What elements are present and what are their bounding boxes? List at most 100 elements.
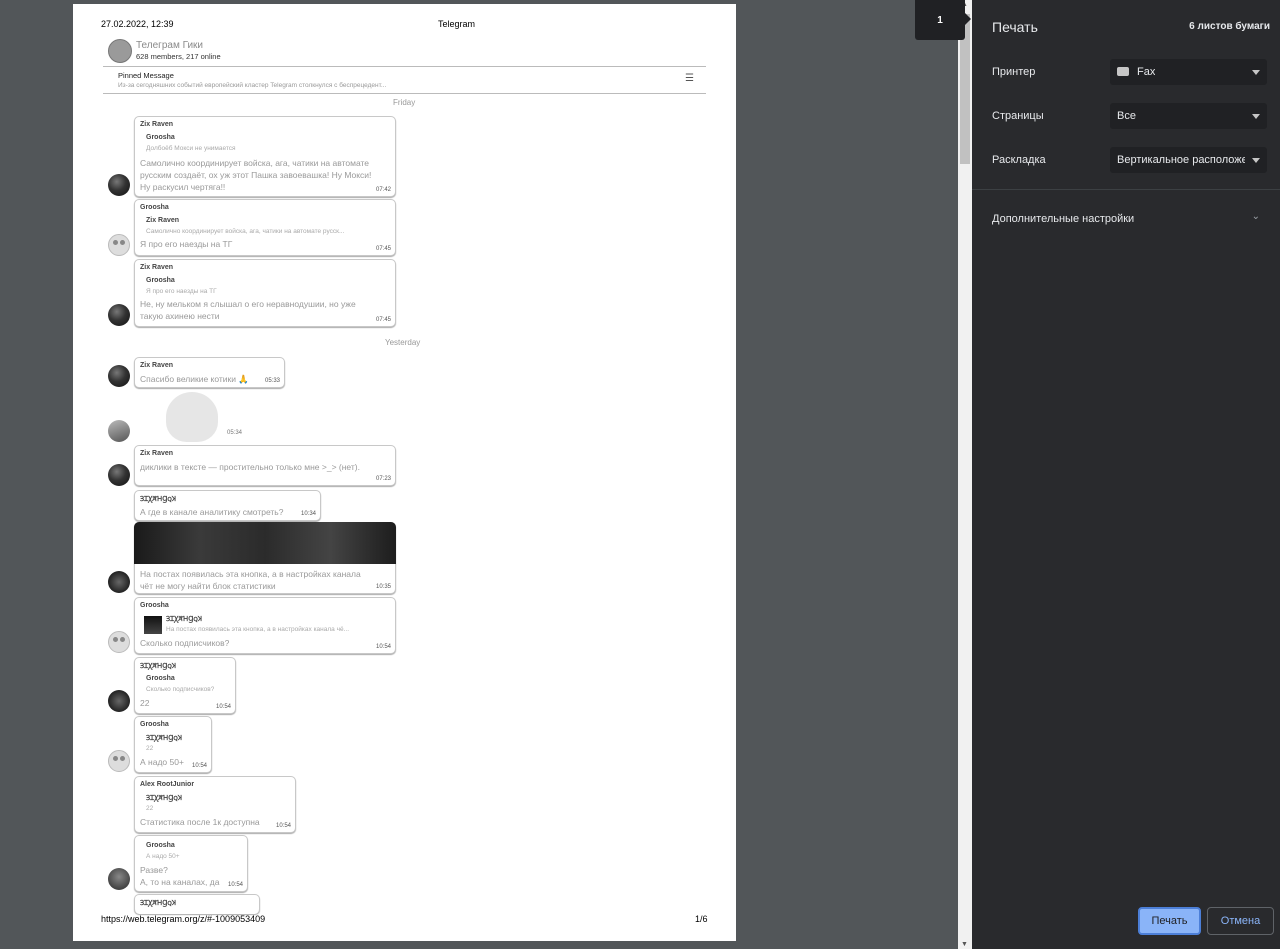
sticker-image — [166, 392, 218, 442]
message-text: На постах появилась эта кнопка, а в наст… — [140, 569, 361, 579]
avatar — [108, 234, 130, 256]
message-bubble: Zix Raven диклики в тексте — простительн… — [134, 445, 396, 486]
scroll-down-icon[interactable]: ▼ — [961, 941, 968, 948]
message-bubble: Groosha А надо 50+ Разве? А, то на канал… — [134, 835, 248, 892]
avatar — [108, 174, 130, 196]
message-text: Самолично координирует войска, ага, чати… — [140, 158, 370, 168]
reply-author: Groosha — [146, 842, 175, 849]
printer-label: Принтер — [992, 66, 1036, 78]
message-text: Не, ну мельком я слышал о его неравнодуш… — [140, 299, 356, 309]
chevron-down-icon[interactable]: ⌄ — [1252, 211, 1260, 222]
page-number-badge: 1 — [915, 0, 965, 40]
print-button[interactable]: Печать — [1138, 907, 1201, 935]
print-settings-panel: Печать 6 листов бумаги Принтер Fax Стран… — [972, 0, 1280, 949]
message-time: 10:54 — [191, 763, 207, 769]
channel-members: 628 members, 217 online — [136, 52, 221, 61]
avatar — [108, 304, 130, 326]
reply-text: 22 — [146, 745, 154, 752]
chevron-down-icon — [1252, 114, 1260, 119]
message-bubble: Groosha ꞫꞮꞳꞺꞪꞬꞯꞰ На постах появилась эта… — [134, 597, 396, 654]
channel-avatar — [108, 39, 132, 63]
message-author: ꞫꞮꞳꞺꞪꞬꞯꞰ — [140, 496, 177, 503]
message-text: Спасибо великие котики 🙏 — [140, 374, 249, 384]
reply-author: ꞫꞮꞳꞺꞪꞬꞯꞰ — [146, 735, 183, 742]
printer-value: Fax — [1137, 66, 1156, 78]
message-author: Zix Raven — [140, 450, 174, 457]
message-time: 10:34 — [300, 511, 316, 517]
reply-text: Самолично координирует войска, ага, чати… — [146, 228, 345, 235]
reply-author: ꞫꞮꞳꞺꞪꞬꞯꞰ — [146, 795, 183, 802]
message-bubble: Groosha Zix Raven Самолично координирует… — [134, 199, 396, 256]
avatar — [108, 420, 130, 442]
print-preview-area: 27.02.2022, 12:39 Telegram Телеграм Гики… — [0, 0, 958, 949]
message-bubble: Alex RootJunior ꞫꞮꞳꞺꞪꞬꞯꞰ 22 Статистика п… — [134, 776, 296, 833]
message-text: Я про его наезды на ТГ — [140, 239, 233, 249]
message-time: 10:35 — [375, 584, 391, 590]
message-author: Alex RootJunior — [140, 781, 195, 788]
avatar — [108, 750, 130, 772]
message-author: Zix Raven — [140, 264, 174, 271]
message-time: 07:45 — [375, 246, 391, 252]
message-text: А где в канале аналитику смотреть? — [140, 507, 284, 517]
divider — [972, 189, 1280, 190]
preview-scrollbar[interactable]: ▲ ▼ — [958, 0, 972, 949]
message-text: Сколько подписчиков? — [140, 638, 230, 648]
message-author: Groosha — [140, 204, 169, 211]
avatar — [108, 868, 130, 890]
message-bubble: Zix Raven Groosha Долбоёб Мокси не унима… — [134, 116, 396, 197]
pages-value: Все — [1117, 110, 1136, 122]
more-settings-toggle[interactable]: Дополнительные настройки — [992, 213, 1134, 225]
message-author: Groosha — [140, 602, 169, 609]
message-text: такую ахинею нести — [140, 311, 220, 321]
reply-author: Zix Raven — [146, 217, 180, 224]
chevron-down-icon — [1252, 158, 1260, 163]
layout-select[interactable]: Вертикальное расположение — [1110, 147, 1267, 173]
page-header-title: Telegram — [438, 19, 476, 29]
page-footer-url: https://web.telegram.org/z/#-1009053409 — [101, 914, 266, 924]
reply-text: 22 — [146, 805, 154, 812]
avatar — [108, 365, 130, 387]
reply-thumbnail — [144, 616, 162, 634]
pinned-title: Pinned Message — [118, 71, 174, 80]
message-author: Groosha — [140, 721, 169, 728]
message-text: Разве? — [140, 865, 168, 875]
message-bubble: ꞫꞮꞳꞺꞪꞬꞯꞰ — [134, 894, 260, 914]
cancel-button[interactable]: Отмена — [1207, 907, 1274, 935]
sheet-count: 6 листов бумаги — [1189, 21, 1270, 32]
reply-text: На постах появилась эта кнопка, а в наст… — [166, 626, 350, 633]
message-time: 10:54 — [375, 644, 391, 650]
message-time: 07:45 — [375, 317, 391, 323]
pages-label: Страницы — [992, 110, 1044, 122]
avatar — [108, 631, 130, 653]
avatar — [108, 571, 130, 593]
message-text: 22 — [140, 698, 150, 708]
reply-text: Я про его наезды на ТГ — [146, 288, 217, 295]
reply-author: Groosha — [146, 277, 175, 284]
reply-text: Сколько подписчиков? — [146, 686, 215, 693]
pages-select[interactable]: Все — [1110, 103, 1267, 129]
message-bubble: ꞫꞮꞳꞺꞪꞬꞯꞰ А где в канале аналитику смотре… — [134, 490, 321, 521]
message-bubble: Zix Raven Спасибо великие котики 🙏 05:33 — [134, 357, 285, 388]
message-text: диклики в тексте — простительно только м… — [140, 462, 360, 472]
printer-select[interactable]: Fax — [1110, 59, 1267, 85]
pinned-list-icon: ☰ — [685, 73, 694, 84]
message-time: 10:54 — [215, 704, 231, 710]
message-time: 10:54 — [275, 823, 291, 829]
message-text: А, то на каналах, да — [140, 877, 220, 887]
message-text: Ну раскусил чертяга!! — [140, 182, 226, 192]
pinned-text: Из-за сегодняшних событий европейский кл… — [118, 82, 387, 89]
message-author: ꞫꞮꞳꞺꞪꞬꞯꞰ — [140, 663, 177, 670]
message-time: 07:23 — [375, 476, 391, 482]
chevron-down-icon — [1252, 70, 1260, 75]
avatar — [108, 690, 130, 712]
message-text: А надо 50+ — [140, 757, 184, 767]
message-text: чёт не могу найти блок статистики — [140, 581, 276, 591]
message-author: Zix Raven — [140, 121, 174, 128]
avatar — [108, 464, 130, 486]
message-author: ꞫꞮꞳꞺꞪꞬꞯꞰ — [140, 900, 177, 907]
pinned-message: Pinned Message Из-за сегодняшних событий… — [103, 66, 706, 94]
reply-author: Groosha — [146, 675, 175, 682]
channel-name: Телеграм Гики — [136, 40, 203, 51]
message-bubble: Groosha ꞫꞮꞳꞺꞪꞬꞯꞰ 22 А надо 50+ 10:54 — [134, 716, 212, 773]
message-time: 05:34 — [227, 430, 243, 436]
